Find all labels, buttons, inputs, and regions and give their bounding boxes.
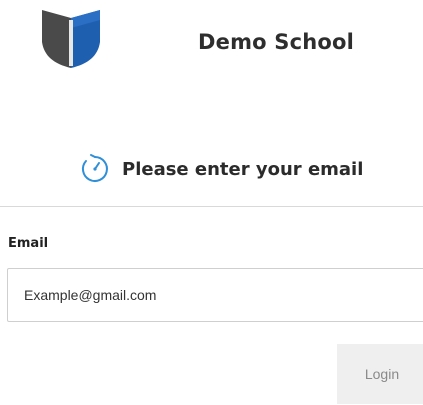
shield-logo-icon (42, 10, 100, 68)
email-prompt: Please enter your email (78, 150, 363, 188)
prompt-text: Please enter your email (122, 158, 364, 180)
login-button[interactable]: Login (337, 344, 423, 404)
email-field[interactable] (7, 268, 423, 322)
timer-icon (81, 154, 108, 182)
school-name: Demo School (198, 30, 355, 54)
email-label: Email (8, 236, 49, 251)
divider (0, 206, 423, 207)
login-page: Demo School Please enter your email Emai… (0, 0, 423, 405)
